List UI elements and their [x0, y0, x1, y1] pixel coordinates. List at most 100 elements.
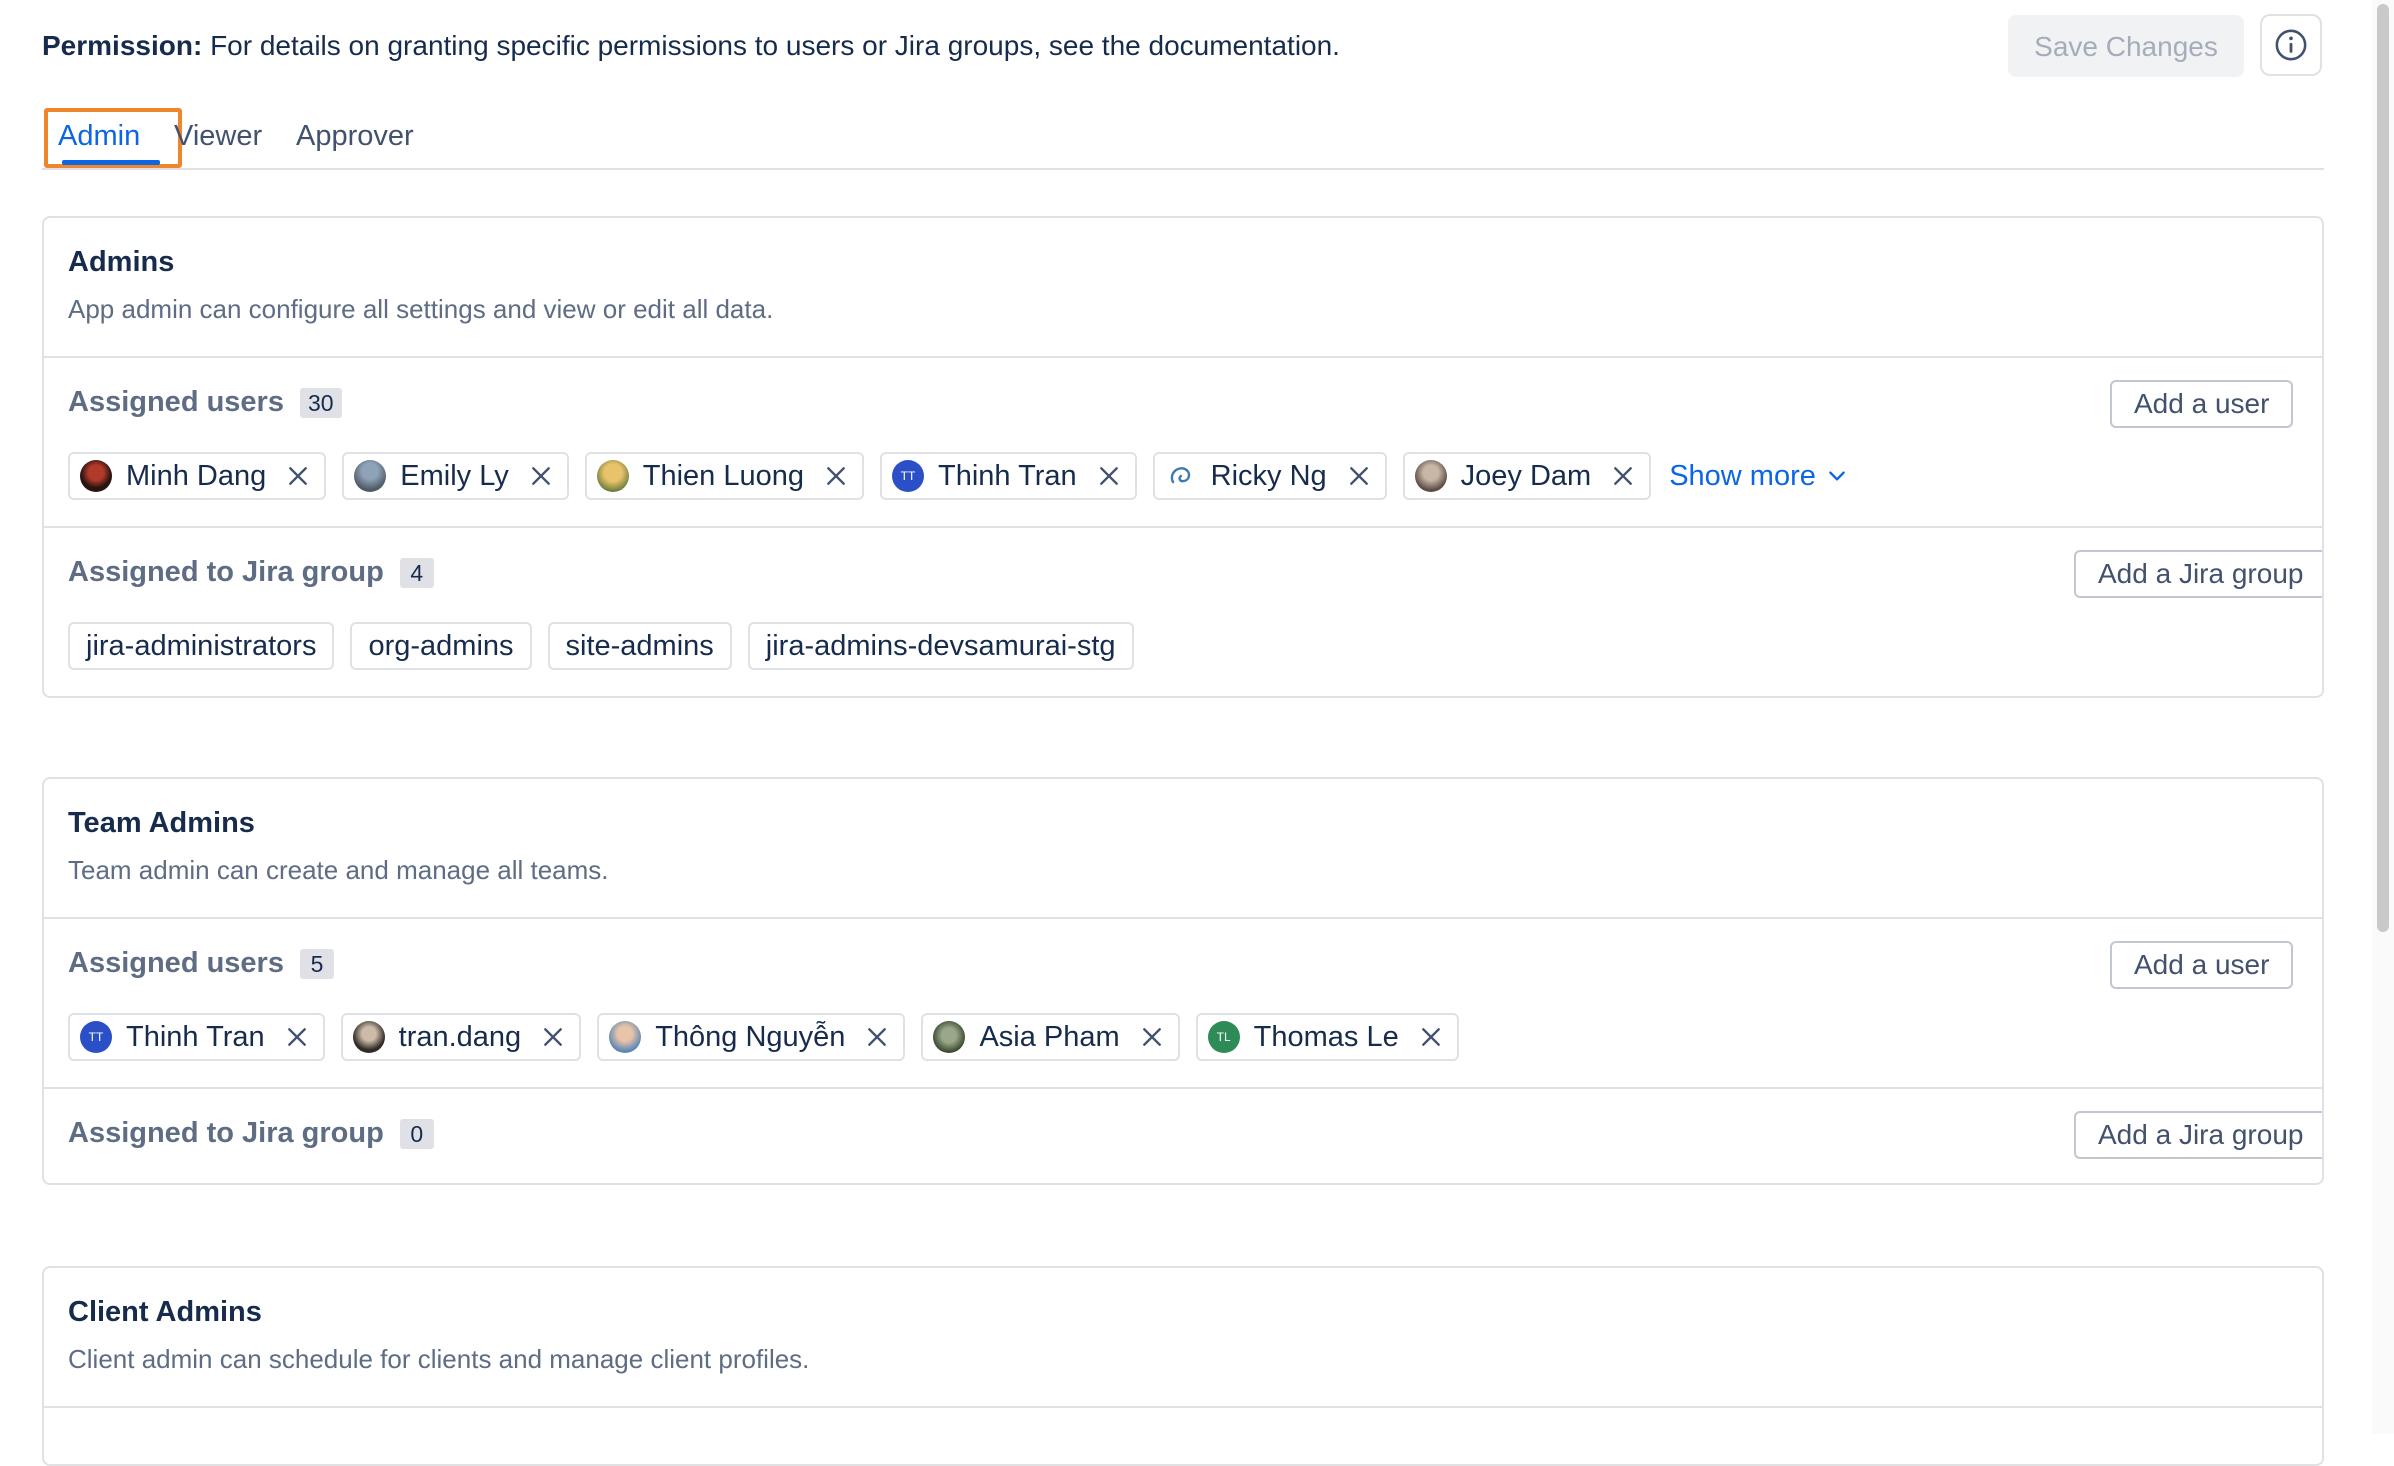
- team-admins-groups-count: 0: [399, 1118, 434, 1149]
- admins-group-chips: jira-administrators org-admins site-admi…: [68, 622, 1134, 670]
- remove-user-button[interactable]: [1097, 464, 1121, 488]
- avatar-initials: TL: [1216, 1030, 1231, 1044]
- show-more-button[interactable]: Show more: [1669, 460, 1848, 493]
- client-admins-card: Client Admins Client admin can schedule …: [42, 1266, 2324, 1466]
- team-admins-add-jira-group-button[interactable]: Add a Jira group: [2074, 1111, 2322, 1159]
- user-chip-name: Joey Dam: [1460, 459, 1592, 492]
- admins-description: App admin can configure all settings and…: [68, 294, 774, 324]
- info-circle-icon: [2275, 29, 2307, 61]
- user-chip-name: Ricky Ng: [1210, 459, 1327, 492]
- avatar: [352, 1021, 385, 1053]
- user-chip[interactable]: Ricky Ng: [1152, 452, 1387, 500]
- user-chip[interactable]: Asia Pham: [921, 1013, 1180, 1061]
- admins-groups-section: Assigned to Jira group 4 Add a Jira grou…: [44, 528, 2322, 696]
- swirl-avatar-icon: [1170, 467, 1190, 484]
- admins-user-chips: Minh Dang Emily Ly Thien Luong TT Thinh …: [68, 452, 1848, 500]
- client-admins-description: Client admin can schedule for clients an…: [68, 1344, 810, 1374]
- close-icon: [827, 467, 845, 485]
- user-chip[interactable]: Thông Nguyễn: [597, 1013, 906, 1061]
- user-chip-name: Thomas Le: [1253, 1020, 1399, 1053]
- user-chip[interactable]: Thien Luong: [584, 452, 864, 500]
- admins-add-jira-group-button[interactable]: Add a Jira group: [2074, 550, 2322, 598]
- remove-user-button[interactable]: [286, 464, 310, 488]
- team-admins-card-header: Team Admins Team admin can create and ma…: [44, 779, 2322, 919]
- close-icon: [1099, 467, 1118, 485]
- user-chip[interactable]: TL Thomas Le: [1195, 1013, 1459, 1061]
- remove-user-button[interactable]: [285, 1025, 309, 1049]
- user-chip[interactable]: Joey Dam: [1402, 452, 1652, 500]
- tab-approver-label: Approver: [296, 120, 414, 152]
- avatar: [1164, 460, 1197, 492]
- remove-user-button[interactable]: [1611, 464, 1635, 488]
- scrollbar-thumb[interactable]: [2377, 4, 2389, 932]
- permission-tabs: Admin Viewer Approver: [42, 108, 2324, 170]
- team-admins-title: Team Admins: [68, 807, 255, 839]
- jira-group-chip[interactable]: jira-administrators: [68, 622, 335, 670]
- remove-user-button[interactable]: [529, 464, 553, 488]
- save-changes-button[interactable]: Save Changes: [2008, 15, 2244, 77]
- avatar: [609, 1021, 642, 1053]
- remove-user-button[interactable]: [1140, 1025, 1164, 1049]
- tab-focus-ring: [44, 108, 182, 168]
- remove-user-button[interactable]: [1419, 1025, 1443, 1049]
- jira-group-chip[interactable]: site-admins: [547, 622, 732, 670]
- user-chip-name: Emily Ly: [400, 459, 509, 492]
- close-icon: [544, 1028, 563, 1046]
- team-admins-users-count: 5: [299, 948, 334, 979]
- admins-groups-label: Assigned to Jira group 4: [68, 556, 434, 589]
- user-chip[interactable]: Emily Ly: [342, 452, 569, 500]
- close-icon: [287, 1028, 306, 1046]
- admins-users-label-text: Assigned users: [68, 386, 284, 418]
- close-icon: [1349, 467, 1368, 485]
- client-admins-card-header: Client Admins Client admin can schedule …: [44, 1268, 2322, 1408]
- user-chip[interactable]: TT Thinh Tran: [68, 1013, 325, 1061]
- tab-approver[interactable]: Approver: [296, 110, 414, 168]
- close-icon: [1142, 1028, 1161, 1046]
- admins-card-header: Admins App admin can configure all setti…: [44, 218, 2322, 358]
- jira-group-chip[interactable]: org-admins: [350, 622, 532, 670]
- avatar: [80, 460, 112, 492]
- avatar: [354, 460, 387, 492]
- show-more-label: Show more: [1669, 459, 1816, 492]
- user-chip-name: Thông Nguyễn: [655, 1020, 846, 1053]
- avatar: TT: [892, 460, 924, 492]
- tab-viewer[interactable]: Viewer: [174, 110, 262, 168]
- jira-group-chip[interactable]: jira-admins-devsamurai-stg: [747, 622, 1134, 670]
- admins-groups-label-text: Assigned to Jira group: [68, 556, 384, 588]
- remove-user-button[interactable]: [824, 464, 848, 488]
- admins-users-count: 30: [299, 387, 342, 418]
- user-chip-name: Asia Pham: [979, 1020, 1120, 1053]
- remove-user-button[interactable]: [865, 1025, 889, 1049]
- team-admins-users-section: Assigned users 5 Add a user TT Thinh Tra…: [44, 919, 2322, 1089]
- remove-user-button[interactable]: [541, 1025, 565, 1049]
- team-admins-groups-label: Assigned to Jira group 0: [68, 1117, 434, 1150]
- team-admins-users-label-text: Assigned users: [68, 947, 284, 979]
- team-admins-groups-label-text: Assigned to Jira group: [68, 1117, 384, 1149]
- user-chip-name: Minh Dang: [126, 459, 267, 492]
- team-admins-add-user-button[interactable]: Add a user: [2110, 941, 2294, 989]
- team-admins-description: Team admin can create and manage all tea…: [68, 855, 609, 885]
- admins-groups-count: 4: [399, 557, 434, 588]
- permission-label: Permission:: [42, 30, 203, 61]
- avatar: [596, 460, 629, 492]
- team-admins-users-label: Assigned users 5: [68, 947, 334, 980]
- admins-card: Admins App admin can configure all setti…: [42, 216, 2324, 698]
- user-chip[interactable]: tran.dang: [340, 1013, 582, 1061]
- admins-add-user-button[interactable]: Add a user: [2110, 380, 2294, 428]
- avatar: [933, 1021, 966, 1053]
- permissions-page: Permission: For details on granting spec…: [0, 0, 2394, 1466]
- user-chip[interactable]: TT Thinh Tran: [880, 452, 1137, 500]
- user-chip[interactable]: Minh Dang: [68, 452, 327, 500]
- avatar: TT: [80, 1021, 112, 1053]
- user-chip-name: Thinh Tran: [938, 459, 1077, 492]
- close-icon: [1614, 467, 1633, 485]
- admins-users-section: Assigned users 30 Add a user Minh Dang E…: [44, 358, 2322, 528]
- info-button[interactable]: [2260, 14, 2322, 76]
- remove-user-button[interactable]: [1347, 464, 1371, 488]
- team-admins-user-chips: TT Thinh Tran tran.dang Thông Nguyễn Asi…: [68, 1013, 1459, 1061]
- team-admins-groups-section: Assigned to Jira group 0 Add a Jira grou…: [44, 1089, 2322, 1183]
- chevron-down-icon: [1829, 471, 1845, 481]
- permission-description: Permission: For details on granting spec…: [42, 26, 1340, 66]
- close-icon: [1421, 1028, 1440, 1046]
- close-icon: [531, 467, 550, 485]
